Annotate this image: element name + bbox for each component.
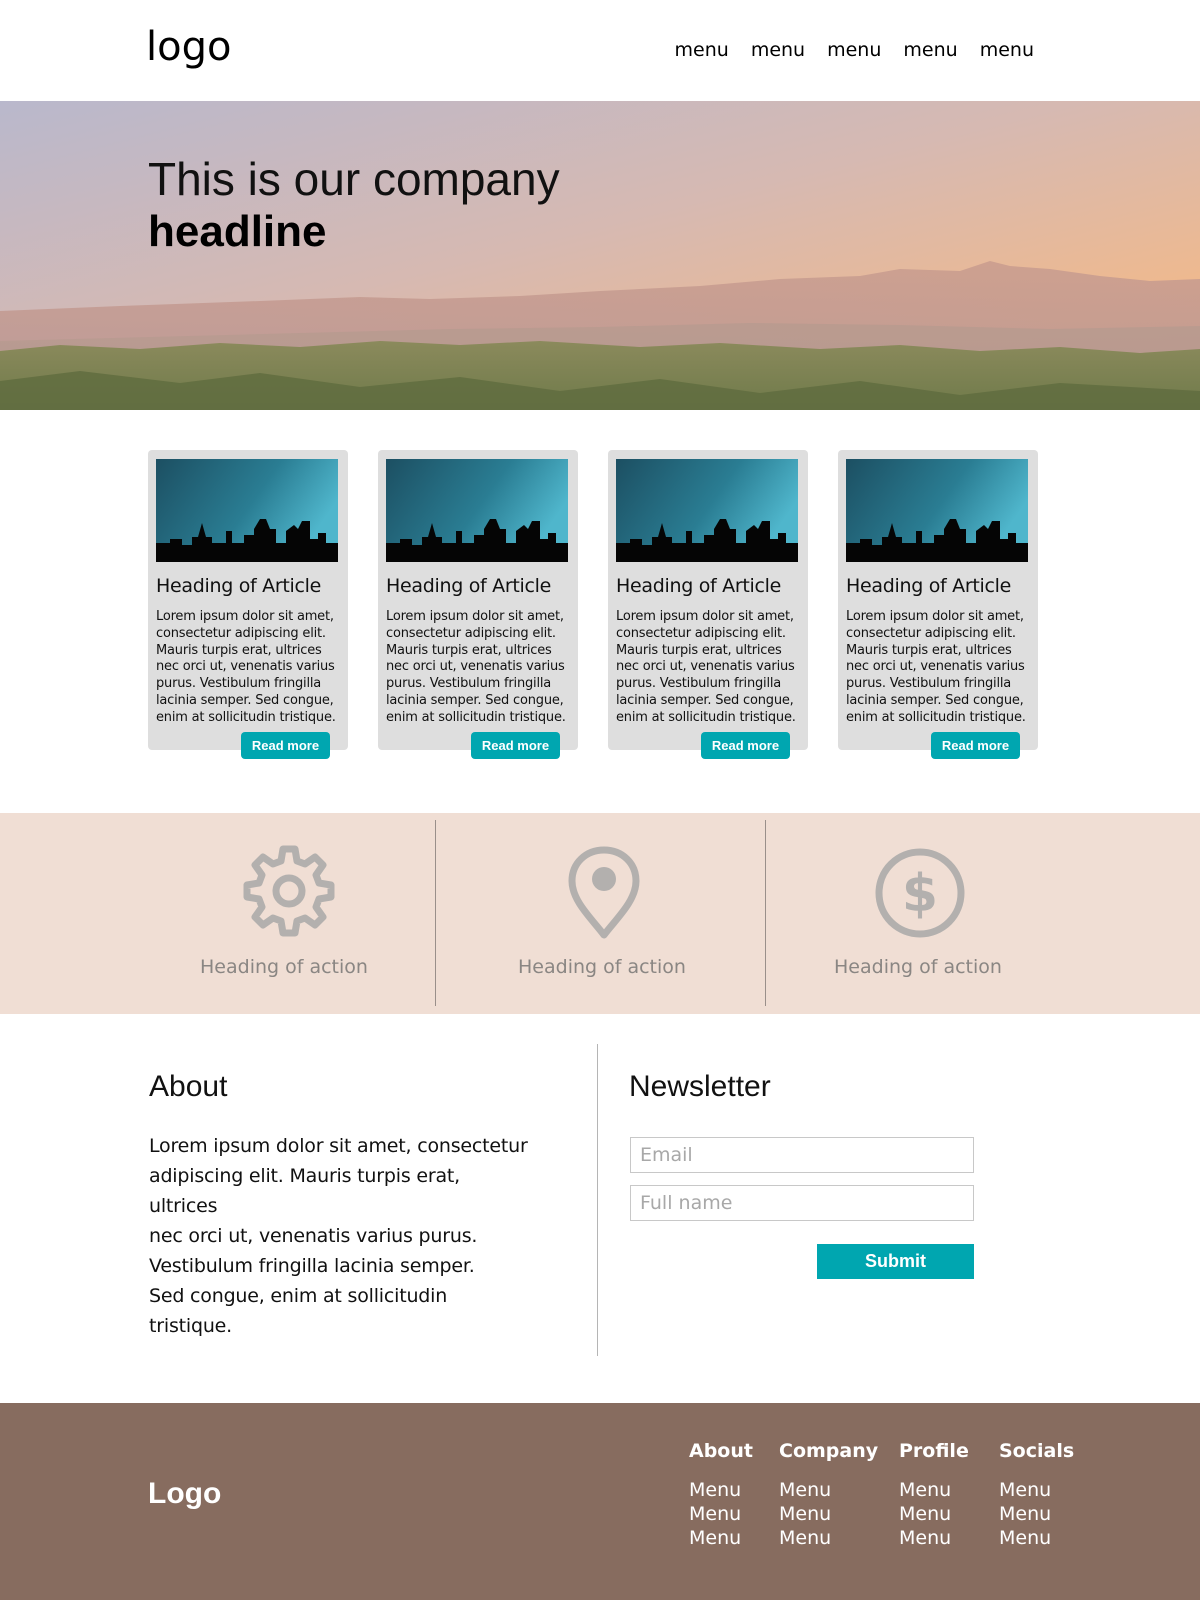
- newsletter-heading: Newsletter: [629, 1070, 771, 1103]
- article-body: Lorem ipsum dolor sit amet, consectetur …: [846, 609, 1026, 725]
- nav-menu-item[interactable]: menu: [980, 38, 1034, 62]
- action-divider: [765, 820, 766, 1006]
- article-card: Heading of Article Lorem ipsum dolor sit…: [838, 450, 1038, 759]
- about-line: nec orci ut, venenatis varius purus.: [149, 1225, 478, 1247]
- footer-column-title: Profile: [899, 1440, 969, 1462]
- section-divider: [597, 1044, 598, 1356]
- about-text: Lorem ipsum dolor sit amet, consectetur …: [149, 1131, 529, 1341]
- article-card: Heading of Article Lorem ipsum dolor sit…: [148, 450, 348, 759]
- location-pin-icon[interactable]: [556, 845, 652, 941]
- email-field[interactable]: [630, 1137, 974, 1173]
- dollar-circle-icon[interactable]: $: [872, 845, 968, 941]
- action-divider: [435, 820, 436, 1006]
- actions-band: Heading of action Heading of action $ He…: [0, 813, 1200, 1014]
- article-heading: Heading of Article: [846, 575, 1012, 597]
- footer-menu-link[interactable]: Menu: [999, 1526, 1074, 1550]
- footer-menu-link[interactable]: Menu: [779, 1478, 878, 1502]
- read-more-button[interactable]: Read more: [241, 732, 330, 759]
- about-line: Sed congue, enim at sollicitudin tristiq…: [149, 1285, 448, 1337]
- nav-menu-item[interactable]: menu: [675, 38, 729, 62]
- article-thumbnail: [616, 459, 798, 562]
- svg-text:$: $: [902, 864, 938, 924]
- footer-column-about: About Menu Menu Menu: [689, 1439, 753, 1550]
- footer-column-title: Socials: [999, 1440, 1075, 1462]
- footer-menu-link[interactable]: Menu: [779, 1502, 878, 1526]
- gear-icon[interactable]: [241, 845, 337, 941]
- footer-logo[interactable]: Logo: [148, 1476, 221, 1512]
- action-heading: Heading of action: [200, 956, 368, 978]
- site-header: logo menu menu menu menu menu: [0, 0, 1200, 101]
- article-thumbnail: [156, 459, 338, 562]
- about-line: Vestibulum fringilla lacinia semper.: [149, 1255, 475, 1277]
- submit-button[interactable]: Submit: [817, 1244, 974, 1279]
- article-body: Lorem ipsum dolor sit amet, consectetur …: [386, 609, 566, 725]
- hero-headline-line1: This is our company: [148, 153, 560, 205]
- about-heading: About: [149, 1070, 228, 1103]
- nav-menu-item[interactable]: menu: [903, 38, 957, 62]
- article-thumbnail: [386, 459, 568, 562]
- read-more-button[interactable]: Read more: [931, 732, 1020, 759]
- footer-menu-link[interactable]: Menu: [689, 1478, 753, 1502]
- footer-column-socials: Socials Menu Menu Menu: [999, 1439, 1074, 1550]
- article-heading: Heading of Article: [616, 575, 782, 597]
- footer-menu-link[interactable]: Menu: [999, 1478, 1074, 1502]
- footer-menu-link[interactable]: Menu: [999, 1502, 1074, 1526]
- article-body: Lorem ipsum dolor sit amet, consectetur …: [616, 609, 796, 725]
- footer-menu-link[interactable]: Menu: [689, 1502, 753, 1526]
- about-line: adipiscing elit. Mauris turpis erat, ult…: [149, 1165, 460, 1217]
- article-body: Lorem ipsum dolor sit amet, consectetur …: [156, 609, 336, 725]
- header-logo[interactable]: logo: [146, 22, 231, 72]
- footer-column-profile: Profile Menu Menu Menu: [899, 1439, 969, 1550]
- article-card: Heading of Article Lorem ipsum dolor sit…: [608, 450, 808, 759]
- article-thumbnail: [846, 459, 1028, 562]
- read-more-button[interactable]: Read more: [701, 732, 790, 759]
- action-heading: Heading of action: [518, 956, 686, 978]
- hero-banner: This is our company headline: [0, 101, 1200, 410]
- footer-menu-link[interactable]: Menu: [779, 1526, 878, 1550]
- article-heading: Heading of Article: [386, 575, 552, 597]
- about-line: Lorem ipsum dolor sit amet, consectetur: [149, 1135, 528, 1157]
- footer-menu-link[interactable]: Menu: [899, 1478, 969, 1502]
- read-more-button[interactable]: Read more: [471, 732, 560, 759]
- footer-menu-link[interactable]: Menu: [899, 1502, 969, 1526]
- main-nav: menu menu menu menu menu: [675, 38, 1034, 62]
- nav-menu-item[interactable]: menu: [827, 38, 881, 62]
- nav-menu-item[interactable]: menu: [751, 38, 805, 62]
- footer-column-title: Company: [779, 1440, 879, 1462]
- footer-menu-link[interactable]: Menu: [899, 1526, 969, 1550]
- full-name-field[interactable]: [630, 1185, 974, 1221]
- article-card: Heading of Article Lorem ipsum dolor sit…: [378, 450, 578, 759]
- footer-menu-link[interactable]: Menu: [689, 1526, 753, 1550]
- action-heading: Heading of action: [834, 956, 1002, 978]
- site-footer: Logo About Menu Menu Menu Company Menu M…: [0, 1403, 1200, 1600]
- article-heading: Heading of Article: [156, 575, 322, 597]
- hero-headline-line2: headline: [148, 207, 327, 256]
- footer-column-title: About: [689, 1440, 753, 1462]
- footer-column-company: Company Menu Menu Menu: [779, 1439, 878, 1550]
